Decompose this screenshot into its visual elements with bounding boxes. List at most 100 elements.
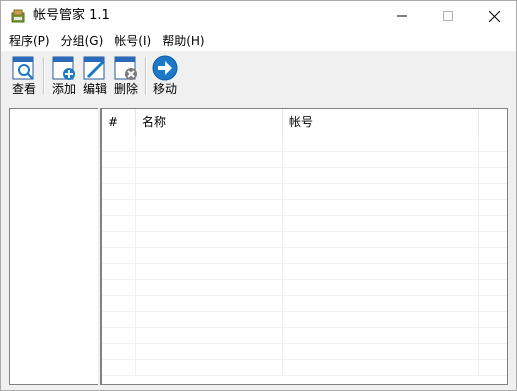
close-button[interactable] [471, 1, 516, 31]
edit-icon [83, 56, 106, 80]
grid-line-row [102, 280, 507, 296]
grid-line-row [102, 152, 507, 168]
grid-cell [102, 328, 136, 344]
add-label: 添加 [51, 82, 76, 96]
grid-cell [102, 152, 136, 168]
grid-line-row [102, 296, 507, 312]
grid-cell [102, 344, 136, 360]
grid-cell [283, 280, 479, 296]
minimize-button[interactable] [379, 1, 425, 31]
grid-line-row [102, 136, 507, 152]
grid-line-row [102, 264, 507, 280]
grid-cell [136, 136, 283, 152]
grid-cell [283, 328, 479, 344]
menu-account[interactable]: 帐号(I) [110, 31, 155, 51]
view-button[interactable]: 查看 [11, 55, 37, 97]
app-window: 帐号管家 1.1 程序(P) 分组(G) 帐号(I) 帮助(H) 查看 添加 编… [0, 0, 517, 391]
menu-bar: 程序(P) 分组(G) 帐号(I) 帮助(H) [1, 31, 516, 51]
grid-cell [102, 232, 136, 248]
grid-cell [283, 248, 479, 264]
maximize-button[interactable] [425, 1, 471, 31]
grid-cell [102, 200, 136, 216]
grid-cell [136, 312, 283, 328]
grid-cell [283, 184, 479, 200]
grid-cell [479, 296, 507, 312]
grid-cell [479, 136, 507, 152]
grid-line-row [102, 200, 507, 216]
grid-cell [283, 168, 479, 184]
grid-cell [479, 280, 507, 296]
grid-cell [283, 200, 479, 216]
toolbar-separator [43, 57, 45, 95]
grid-cell [479, 328, 507, 344]
grid-line-row [102, 328, 507, 344]
edit-button[interactable]: 编辑 [82, 55, 108, 97]
toolbar-separator [145, 57, 147, 95]
column-header-index[interactable]: # [102, 109, 136, 136]
grid-cell [136, 248, 283, 264]
move-arrow-icon [152, 55, 178, 81]
grid-cell [283, 264, 479, 280]
grid-line-row [102, 248, 507, 264]
grid-cell [102, 312, 136, 328]
grid-cell [136, 328, 283, 344]
grid-cell [136, 232, 283, 248]
menu-group[interactable]: 分组(G) [57, 31, 108, 51]
grid-cell [102, 360, 136, 376]
grid-cell [102, 136, 136, 152]
grid-line-row [102, 360, 507, 376]
delete-button[interactable]: 删除 [113, 55, 139, 97]
grid-cell [283, 344, 479, 360]
account-list[interactable]: # 名称 帐号 [100, 108, 508, 385]
grid-cell [102, 280, 136, 296]
move-label: 移动 [152, 82, 177, 96]
grid-cell [479, 344, 507, 360]
app-icon [11, 9, 25, 23]
grid-cell [136, 200, 283, 216]
grid-cell [102, 184, 136, 200]
grid-cell [136, 216, 283, 232]
title-bar[interactable]: 帐号管家 1.1 [1, 1, 516, 31]
grid-cell [479, 152, 507, 168]
grid-cell [479, 312, 507, 328]
list-grid [102, 136, 507, 384]
grid-line-row [102, 184, 507, 200]
grid-cell [283, 136, 479, 152]
grid-cell [102, 264, 136, 280]
grid-cell [283, 360, 479, 376]
maximize-icon [443, 11, 453, 21]
grid-cell [479, 200, 507, 216]
grid-cell [479, 360, 507, 376]
grid-cell [136, 344, 283, 360]
main-content: # 名称 帐号 [1, 101, 516, 388]
grid-cell [136, 296, 283, 312]
column-header-name[interactable]: 名称 [136, 109, 283, 136]
window-title: 帐号管家 1.1 [33, 8, 110, 23]
grid-line-row [102, 232, 507, 248]
edit-label: 编辑 [82, 82, 107, 96]
move-button[interactable]: 移动 [152, 55, 178, 97]
grid-cell [136, 264, 283, 280]
menu-program[interactable]: 程序(P) [5, 31, 54, 51]
group-tree[interactable] [9, 108, 100, 385]
grid-cell [479, 248, 507, 264]
grid-cell [283, 216, 479, 232]
menu-help[interactable]: 帮助(H) [158, 31, 208, 51]
add-button[interactable]: 添加 [51, 55, 77, 97]
grid-cell [136, 280, 283, 296]
grid-cell [283, 152, 479, 168]
grid-cell [136, 360, 283, 376]
grid-line-row [102, 168, 507, 184]
column-header-account[interactable]: 帐号 [283, 109, 479, 136]
add-icon [52, 56, 75, 80]
grid-cell [283, 232, 479, 248]
grid-cell [479, 168, 507, 184]
grid-cell [479, 264, 507, 280]
grid-cell [102, 168, 136, 184]
grid-cell [102, 216, 136, 232]
toolbar: 查看 添加 编辑 删除 移动 [1, 52, 516, 99]
view-icon [12, 56, 34, 80]
grid-cell [136, 184, 283, 200]
column-header-extra[interactable] [479, 109, 507, 136]
list-header: # 名称 帐号 [102, 109, 507, 136]
